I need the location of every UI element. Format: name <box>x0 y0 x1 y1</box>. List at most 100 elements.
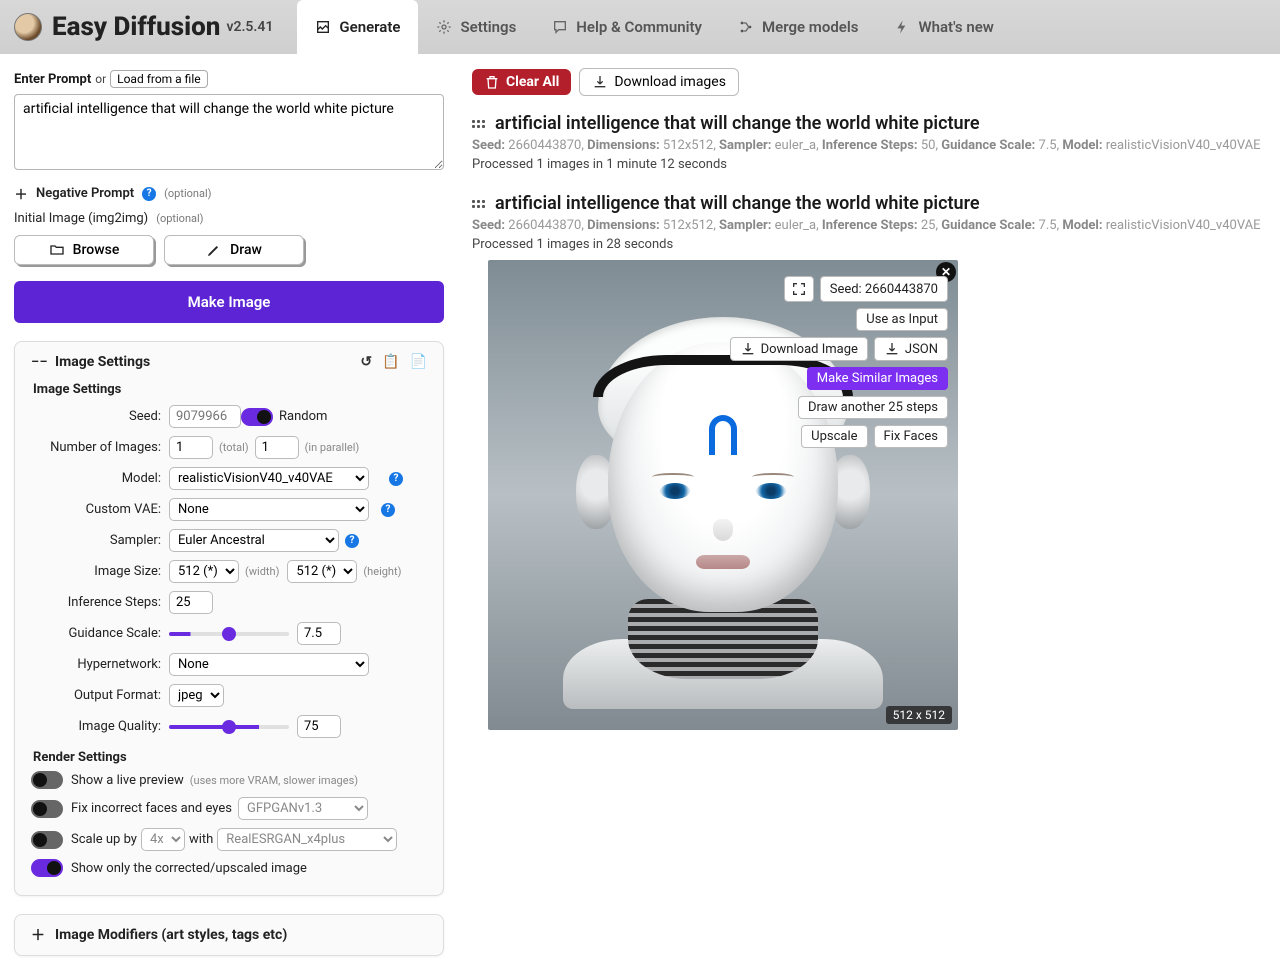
tab-whatsnew[interactable]: What's new <box>876 0 1011 54</box>
drag-handle-icon[interactable] <box>472 200 485 208</box>
generated-image[interactable]: ✕ Seed: 2660443870 Use as Input Download… <box>488 260 958 730</box>
drag-handle-icon[interactable] <box>472 120 485 128</box>
download-icon <box>592 74 608 90</box>
trash-icon <box>484 74 500 90</box>
fix-faces-button[interactable]: Fix Faces <box>874 425 948 448</box>
clear-all-label: Clear All <box>506 74 559 90</box>
use-as-input-button[interactable]: Use as Input <box>856 308 948 331</box>
image-settings-panel: –– Image Settings ↺ 📋 📄 Image Settings S… <box>14 341 444 896</box>
showcorrected-label: Show only the corrected/upscaled image <box>71 861 307 876</box>
num-total-input[interactable] <box>169 436 213 459</box>
seed-label: Seed: <box>31 409 161 424</box>
expand-negative-icon[interactable]: ＋ <box>14 184 28 203</box>
app-version: v2.5.41 <box>226 19 273 35</box>
hyper-select[interactable]: None <box>169 653 369 676</box>
load-from-file-button[interactable]: Load from a file <box>110 70 207 88</box>
sampler-select[interactable]: Euler Ancestral <box>169 529 339 552</box>
copy-icon[interactable]: 📄 <box>410 354 427 370</box>
browse-label: Browse <box>73 242 120 258</box>
bolt-icon <box>894 19 910 35</box>
json-button[interactable]: JSON <box>874 337 948 361</box>
app-title: Easy Diffusion <box>52 12 220 42</box>
vae-label: Custom VAE: <box>31 502 161 517</box>
steps-input[interactable] <box>169 591 213 614</box>
chat-icon <box>552 19 568 35</box>
with-label: with <box>189 832 213 847</box>
render-header: Render Settings <box>33 750 427 765</box>
prompt-textarea[interactable]: artificial intelligence that will change… <box>14 94 444 170</box>
reset-icon[interactable]: ↺ <box>360 354 372 370</box>
help-icon[interactable]: ? <box>142 187 156 201</box>
fmt-label: Output Format: <box>31 688 161 703</box>
live-preview-toggle[interactable] <box>31 771 63 789</box>
fixfaces-label: Fix incorrect faces and eyes <box>71 801 232 816</box>
steps-label: Inference Steps: <box>31 595 161 610</box>
tab-merge[interactable]: Merge models <box>720 0 876 54</box>
paste-icon[interactable]: 📋 <box>382 354 399 370</box>
modifiers-panel[interactable]: ＋ Image Modifiers (art styles, tags etc) <box>14 914 444 956</box>
showcorrected-toggle[interactable] <box>31 859 63 877</box>
model-select[interactable]: realisticVisionV40_v40VAE <box>169 467 369 490</box>
gs-label: Guidance Scale: <box>31 626 161 641</box>
fixfaces-model-select[interactable]: GFPGANv1.3 <box>238 797 368 820</box>
num-parallel-input[interactable] <box>255 436 299 459</box>
make-image-button[interactable]: Make Image <box>14 281 444 323</box>
gear-icon <box>436 19 452 35</box>
tab-settings-label: Settings <box>460 18 516 36</box>
help-icon[interactable]: ? <box>345 534 359 548</box>
scaleby-select[interactable]: 4x <box>141 828 185 851</box>
width-select[interactable]: 512 (*) <box>169 560 239 583</box>
draw-another-button[interactable]: Draw another 25 steps <box>798 396 948 419</box>
fmt-select[interactable]: jpeg <box>169 684 224 707</box>
size-label: Image Size: <box>31 564 161 579</box>
result-meta: Seed: 2660443870, Dimensions: 512x512, S… <box>472 138 1266 153</box>
panel-title: Image Settings <box>55 354 150 370</box>
download-image-button[interactable]: Download Image <box>730 337 868 361</box>
prompt-label: Enter Prompt <box>14 72 91 87</box>
seed-badge[interactable]: Seed: 2660443870 <box>820 276 948 302</box>
quality-input[interactable] <box>297 715 341 738</box>
tab-settings[interactable]: Settings <box>418 0 534 54</box>
hint-width: (width) <box>245 565 279 578</box>
quality-slider[interactable] <box>169 725 289 729</box>
random-label: Random <box>279 409 327 424</box>
download-images-label: Download images <box>614 74 726 90</box>
tab-whatsnew-label: What's new <box>918 18 993 36</box>
fixfaces-toggle[interactable] <box>31 800 63 818</box>
gs-slider[interactable] <box>169 632 289 636</box>
clear-all-button[interactable]: Clear All <box>472 69 571 95</box>
negative-optional: (optional) <box>164 187 211 200</box>
height-select[interactable]: 512 (*) <box>287 560 357 583</box>
vae-select[interactable]: None <box>169 498 369 521</box>
help-icon[interactable]: ? <box>381 503 395 517</box>
upscaler-select[interactable]: RealESRGAN_x4plus <box>217 828 397 851</box>
quality-label: Image Quality: <box>31 719 161 734</box>
scaleup-toggle[interactable] <box>31 831 63 849</box>
download-images-button[interactable]: Download images <box>579 68 739 96</box>
gs-input[interactable] <box>297 622 341 645</box>
help-icon[interactable]: ? <box>389 472 403 486</box>
download-icon <box>740 341 756 357</box>
tab-generate[interactable]: Generate <box>297 0 418 54</box>
tab-generate-label: Generate <box>339 18 400 36</box>
result-title: artificial intelligence that will change… <box>495 113 980 134</box>
collapse-icon[interactable]: –– <box>31 354 45 370</box>
negative-prompt-row: ＋ Negative Prompt ? (optional) <box>14 184 460 203</box>
seed-input[interactable] <box>169 405 241 428</box>
expand-modifiers-icon[interactable]: ＋ <box>31 925 45 945</box>
draw-button[interactable]: Draw <box>164 235 304 265</box>
upscale-button[interactable]: Upscale <box>801 425 867 448</box>
image-icon <box>315 19 331 35</box>
hint-parallel: (in parallel) <box>305 441 360 454</box>
make-similar-button[interactable]: Make Similar Images <box>807 367 948 390</box>
app-header: Easy Diffusion v2.5.41 Generate Settings… <box>0 0 1280 54</box>
tab-help-label: Help & Community <box>576 18 702 36</box>
random-toggle[interactable] <box>241 408 273 426</box>
browse-button[interactable]: Browse <box>14 235 154 265</box>
fullscreen-button[interactable] <box>784 276 814 302</box>
initial-optional: (optional) <box>156 212 203 225</box>
fullscreen-icon <box>791 281 807 297</box>
prompt-or: or <box>95 72 106 86</box>
tab-help[interactable]: Help & Community <box>534 0 720 54</box>
scaleup-label: Scale up by <box>71 832 137 847</box>
